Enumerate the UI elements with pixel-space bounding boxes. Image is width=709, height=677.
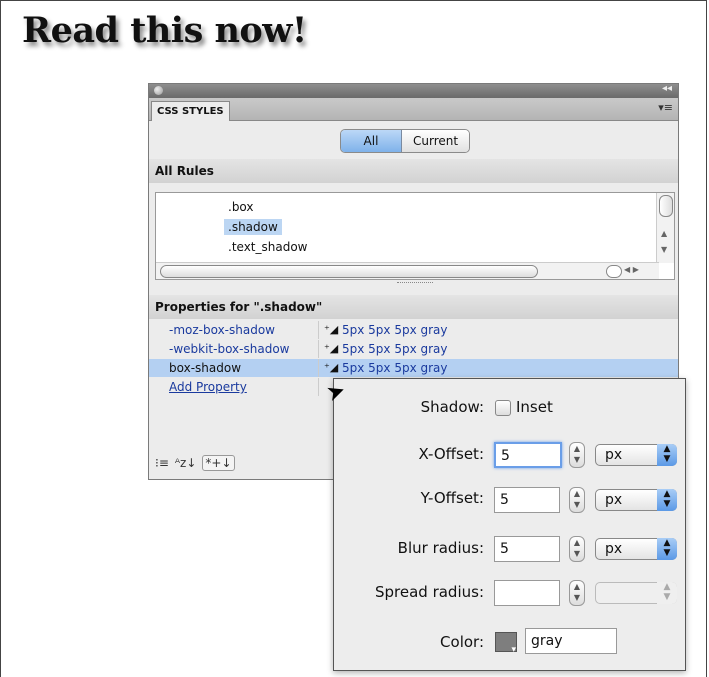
all-rules-header: All Rules: [149, 159, 678, 183]
property-row-selected[interactable]: box-shadow ⁺◢ 5px 5px 5px gray: [149, 359, 678, 377]
edit-property-icon[interactable]: ⁺◢: [324, 321, 338, 339]
unit-value: px: [605, 492, 623, 508]
properties-header: Properties for ".shadow": [149, 295, 678, 319]
edit-property-icon[interactable]: ⁺◢: [324, 359, 338, 377]
color-label: Color:: [440, 633, 484, 651]
blur-radius-label: Blur radius:: [397, 539, 484, 557]
rule-item-shadow[interactable]: .shadow: [224, 219, 282, 235]
scroll-down-icon[interactable]: ▼: [661, 245, 667, 254]
inset-label: Inset: [516, 398, 553, 416]
property-name: -moz-box-shadow: [149, 321, 319, 339]
rules-horizontal-scrollbar[interactable]: ◀ ▶: [156, 262, 659, 279]
page-heading: Read this now!: [22, 10, 307, 51]
chevron-updown-icon: ▲ ▼: [657, 444, 677, 466]
collapse-icon[interactable]: ◂◂: [662, 83, 672, 94]
chevron-updown-icon: ▲ ▼: [657, 489, 677, 511]
spread-radius-stepper[interactable]: ▲ ▼: [569, 580, 585, 606]
category-view-icon[interactable]: ⁝≡: [155, 456, 169, 470]
close-icon[interactable]: [154, 86, 163, 95]
box-shadow-editor-popup: Shadow: Inset X-Offset: 5 ▲ ▼ px ▲ ▼ Y-Offs…: [333, 378, 686, 671]
panel-titlebar[interactable]: ◂◂: [149, 83, 678, 98]
horizontal-scroll-thumb[interactable]: [160, 265, 538, 278]
spread-radius-label: Spread radius:: [374, 583, 484, 601]
property-name: -webkit-box-shadow: [149, 340, 319, 358]
inset-checkbox[interactable]: [495, 400, 511, 416]
y-offset-unit-select[interactable]: px ▲ ▼: [595, 489, 677, 511]
panel-menu-icon[interactable]: ▾≡: [658, 101, 673, 114]
property-value[interactable]: 5px 5px 5px gray: [342, 359, 448, 377]
resize-grip[interactable]: [397, 282, 433, 283]
spread-radius-unit-select: ▲ ▼: [595, 582, 677, 604]
chevron-updown-icon: ▲ ▼: [657, 582, 677, 604]
property-row[interactable]: -moz-box-shadow ⁺◢ 5px 5px 5px gray: [149, 321, 678, 339]
scroll-up-icon[interactable]: ▲: [661, 229, 667, 238]
x-offset-stepper[interactable]: ▲ ▼: [569, 442, 585, 468]
vertical-scroll-thumb[interactable]: [659, 195, 673, 217]
all-button[interactable]: All: [341, 130, 402, 152]
set-properties-icon[interactable]: *+↓: [202, 455, 235, 471]
rule-item-box[interactable]: .box: [224, 199, 258, 215]
chevron-updown-icon: ▲ ▼: [657, 538, 677, 560]
property-row[interactable]: -webkit-box-shadow ⁺◢ 5px 5px 5px gray: [149, 340, 678, 358]
current-button[interactable]: Current: [402, 130, 470, 152]
y-offset-label: Y-Offset:: [420, 489, 484, 507]
x-offset-unit-select[interactable]: px ▲ ▼: [595, 444, 677, 466]
panel-tabbar: CSS STYLES ▾≡: [149, 98, 678, 121]
property-value[interactable]: 5px 5px 5px gray: [342, 340, 448, 358]
x-offset-label: X-Offset:: [418, 445, 484, 463]
horizontal-scroll-end: [606, 265, 622, 278]
spread-radius-input[interactable]: [494, 580, 560, 606]
rules-vertical-scrollbar[interactable]: ▲ ▼: [656, 193, 674, 263]
x-offset-input[interactable]: 5: [494, 442, 562, 468]
unit-value: px: [605, 541, 623, 557]
blur-radius-unit-select[interactable]: px ▲ ▼: [595, 538, 677, 560]
add-property-link[interactable]: Add Property: [149, 378, 319, 396]
property-value[interactable]: 5px 5px 5px gray: [342, 321, 448, 339]
y-offset-stepper[interactable]: ▲ ▼: [569, 487, 585, 513]
blur-radius-stepper[interactable]: ▲ ▼: [569, 536, 585, 562]
panel-footer: ⁝≡ ᴬz↓ *+↓: [155, 455, 235, 471]
unit-value: px: [605, 447, 623, 463]
color-input[interactable]: gray: [525, 628, 617, 654]
rules-list: .box .shadow .text_shadow ▲ ▼ ◀ ▶: [155, 192, 675, 280]
rule-item-text-shadow[interactable]: .text_shadow: [224, 239, 311, 255]
scroll-left-right-icon[interactable]: ◀ ▶: [624, 265, 639, 274]
color-swatch-picker[interactable]: [495, 632, 517, 655]
blur-radius-input[interactable]: 5: [494, 536, 560, 562]
property-name: box-shadow: [149, 359, 319, 377]
view-toggle: All Current: [340, 129, 471, 153]
y-offset-input[interactable]: 5: [494, 487, 560, 513]
shadow-label: Shadow:: [420, 398, 484, 416]
alpha-view-icon[interactable]: ᴬz↓: [175, 456, 197, 470]
edit-property-icon[interactable]: ⁺◢: [324, 340, 338, 358]
tab-css-styles[interactable]: CSS STYLES: [151, 101, 230, 121]
